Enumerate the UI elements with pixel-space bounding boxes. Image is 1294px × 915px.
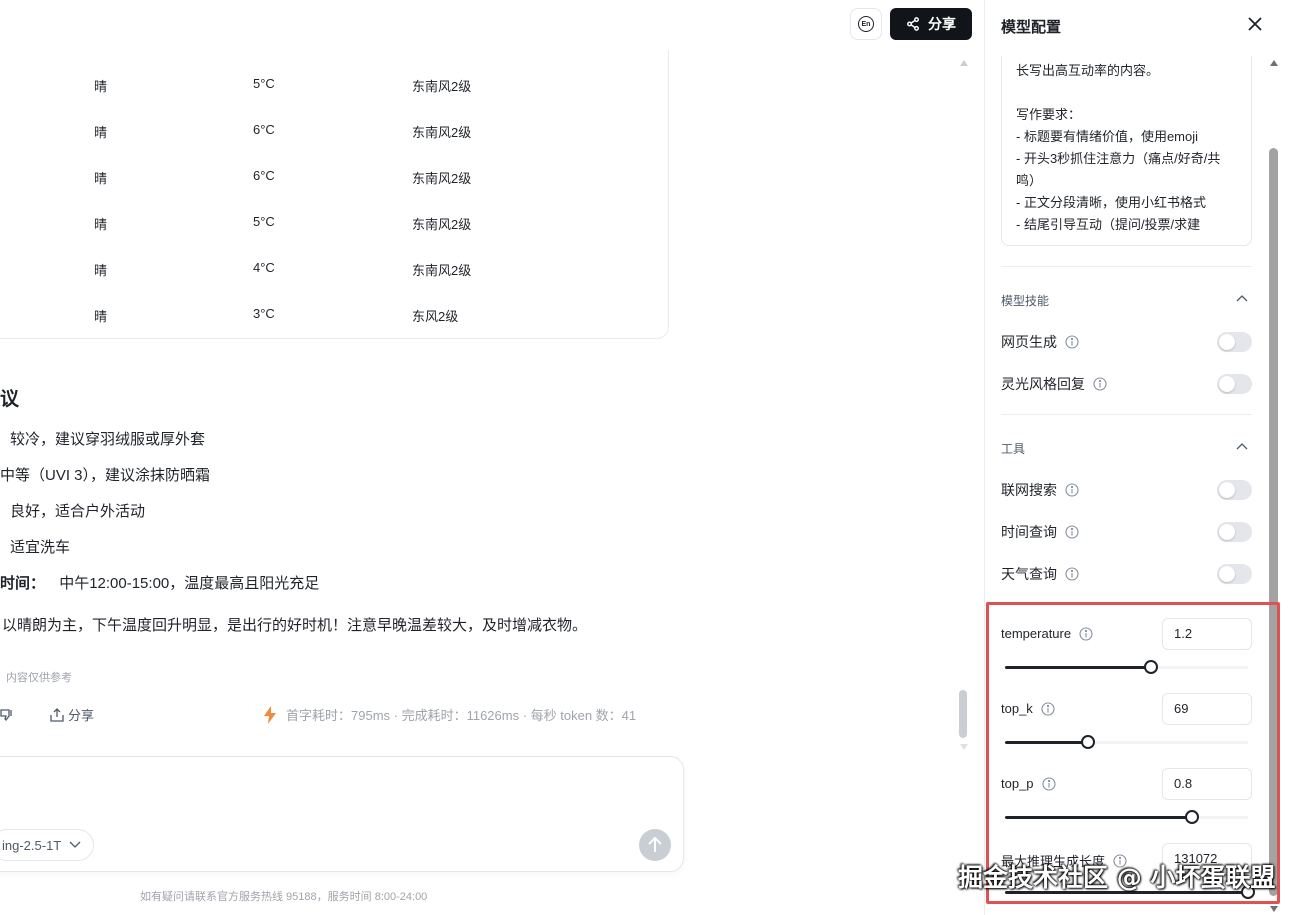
skill-label: 灵光风格回复	[1001, 376, 1085, 392]
scroll-up-arrow-icon[interactable]	[960, 60, 968, 66]
response-stats: 首字耗时：795ms · 完成耗时：11626ms · 每秒 token 数：4…	[262, 705, 636, 724]
message-share-label: 分享	[68, 708, 95, 723]
response-stats-text: 首字耗时：795ms · 完成耗时：11626ms · 每秒 token 数：4…	[286, 708, 637, 723]
message-input-box[interactable]: ing-2.5-1T	[0, 756, 684, 872]
temperature-cell: 5°C	[253, 76, 275, 91]
wind-cell: 东南风2级	[412, 125, 472, 140]
skill-label: 网页生成	[1001, 334, 1057, 350]
skill-row-lingguang-style: 灵光风格回复	[1001, 374, 1252, 394]
weather-cell: 晴	[94, 309, 108, 324]
prompt-line: - 正文分段清晰，使用小红书格式	[1016, 195, 1206, 210]
dislike-icon[interactable]	[0, 708, 14, 722]
panel-title: 模型配置	[1001, 19, 1062, 36]
tools-section-header[interactable]: 工具	[1001, 440, 1252, 457]
divider	[1001, 266, 1252, 267]
prompt-line: - 标题要有情绪价值，使用emoji	[1016, 129, 1199, 144]
temperature-cell: 3°C	[253, 306, 275, 321]
weather-table: 晴 5°C 东南风2级 晴 6°C 东南风2级 晴 6°C 东南风2级 晴 5°…	[0, 50, 669, 339]
prompt-line: - 结尾引导互动（提问/投票/求建	[1016, 217, 1201, 232]
lingguang-style-toggle[interactable]	[1217, 374, 1252, 394]
tools-section-title: 工具	[1001, 442, 1026, 456]
best-time-line: 时间： 中午12:00-15:00，温度最高且阳光充足	[0, 572, 319, 593]
wind-cell: 东南风2级	[412, 263, 472, 278]
web-generation-toggle[interactable]	[1217, 332, 1252, 352]
model-name: ing-2.5-1T	[2, 837, 62, 853]
weather-query-toggle[interactable]	[1217, 564, 1252, 584]
chat-scrollbar[interactable]	[958, 56, 968, 750]
advice-title: 议	[0, 389, 20, 410]
tool-label: 天气查询	[1001, 566, 1057, 582]
send-button[interactable]	[639, 829, 671, 861]
scroll-down-arrow-icon[interactable]	[960, 744, 968, 750]
scroll-up-arrow-icon[interactable]	[1270, 60, 1278, 66]
language-switch-button[interactable]: En	[850, 8, 882, 40]
skills-section-header[interactable]: 模型技能	[1001, 292, 1252, 309]
info-icon[interactable]	[1065, 567, 1079, 581]
skills-section-title: 模型技能	[1001, 294, 1050, 308]
header-actions: En 分享	[850, 8, 972, 40]
prompt-line: - 开头3秒抓住注意力（痛点/好奇/共	[1016, 151, 1221, 166]
info-icon[interactable]	[1065, 483, 1079, 497]
tool-row-web-search: 联网搜索	[1001, 480, 1252, 500]
watermark-text: 掘金技术社区 @ 小坏蛋联盟	[958, 863, 1276, 892]
weather-cell: 晴	[94, 125, 108, 140]
wind-cell: 东南风2级	[412, 79, 472, 94]
footer-note: 如有疑问请联系官方服务热线 95188，服务时间 8:00-24:00	[140, 891, 428, 903]
weather-cell: 晴	[94, 217, 108, 232]
advice-line: 较冷，建议穿羽绒服或厚外套	[10, 431, 206, 448]
weather-cell: 晴	[94, 263, 108, 278]
share-button[interactable]: 分享	[890, 8, 972, 40]
chevron-up-icon[interactable]	[1236, 294, 1248, 302]
temperature-cell: 6°C	[253, 168, 275, 183]
temperature-cell: 5°C	[253, 214, 275, 229]
advice-line: 中等（UVI 3），建议涂抹防晒霜	[0, 467, 211, 484]
prompt-line	[1016, 82, 1237, 104]
advice-line: 适宜洗车	[10, 539, 71, 556]
close-icon[interactable]	[1247, 16, 1263, 32]
scrollbar-thumb[interactable]	[959, 690, 967, 738]
prompt-line: 长写出高互动率的内容。	[1016, 63, 1160, 78]
skill-row-web-generation: 网页生成	[1001, 332, 1252, 352]
message-actions: 分享	[0, 705, 94, 724]
wind-cell: 东南风2级	[412, 217, 472, 232]
share-icon	[907, 17, 919, 31]
chevron-down-icon	[69, 841, 81, 848]
share-icon	[50, 707, 64, 722]
wind-cell: 东南风2级	[412, 171, 472, 186]
model-selector[interactable]: ing-2.5-1T	[0, 829, 95, 861]
arrow-up-icon	[648, 837, 662, 852]
info-icon[interactable]	[1065, 335, 1079, 349]
divider	[1001, 414, 1252, 415]
share-button-label: 分享	[928, 16, 956, 32]
info-icon[interactable]	[1093, 377, 1107, 391]
lightning-icon	[264, 705, 276, 724]
time-query-toggle[interactable]	[1217, 522, 1252, 542]
tool-label: 联网搜索	[1001, 482, 1057, 498]
weather-cell: 晴	[94, 79, 108, 94]
temperature-cell: 6°C	[253, 122, 275, 137]
best-time-value: 中午12:00-15:00，温度最高且阳光充足	[59, 575, 320, 592]
tool-label: 时间查询	[1001, 524, 1057, 540]
wind-cell: 东风2级	[412, 309, 459, 324]
tool-row-weather-query: 天气查询	[1001, 564, 1252, 584]
disclaimer-text: 内容仅供参考	[6, 672, 72, 684]
advice-summary: 以晴朗为主，下午温度回升明显，是出行的好时机！注意早晚温差较大，及时增减衣物。	[2, 617, 588, 634]
prompt-line: 写作要求：	[1016, 107, 1082, 122]
weather-cell: 晴	[94, 171, 108, 186]
prompt-line: 鸣）	[1016, 173, 1043, 188]
system-prompt-field[interactable]: 长写出高互动率的内容。 写作要求： - 标题要有情绪价值，使用emoji - 开…	[1001, 56, 1252, 246]
info-icon[interactable]	[1065, 525, 1079, 539]
web-search-toggle[interactable]	[1217, 480, 1252, 500]
advice-line: 良好，适合户外活动	[10, 503, 146, 520]
message-share-button[interactable]: 分享	[50, 705, 94, 724]
scroll-down-arrow-icon[interactable]	[1270, 906, 1278, 912]
best-time-label: 时间：	[0, 575, 46, 592]
tool-row-time-query: 时间查询	[1001, 522, 1252, 542]
temperature-cell: 4°C	[253, 260, 275, 275]
chevron-up-icon[interactable]	[1236, 442, 1248, 450]
language-icon: En	[858, 16, 874, 32]
